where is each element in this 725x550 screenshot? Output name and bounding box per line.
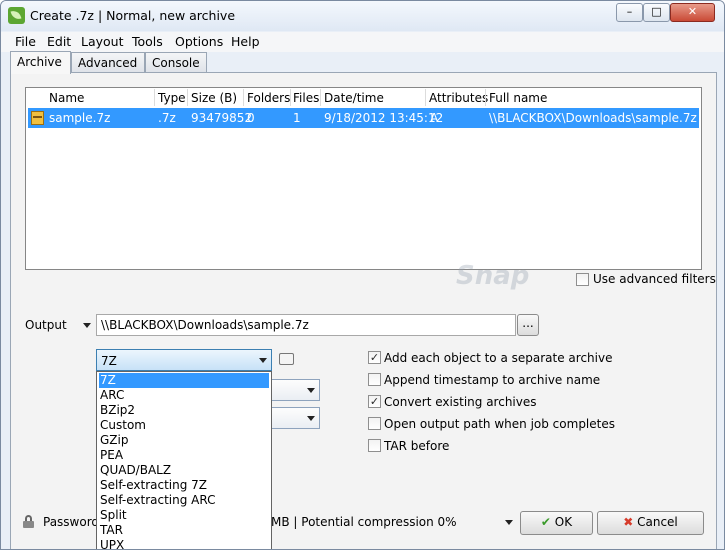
cell-name: sample.7z [49,111,111,125]
column-header-datetime[interactable]: Date/time [324,91,384,105]
chevron-down-icon [307,416,315,421]
dropdown-option[interactable]: Split [99,508,269,523]
title-bar[interactable]: Create .7z | Normal, new archive – □ ✕ [1,1,724,31]
status-menu-arrow-icon[interactable] [505,520,513,525]
column-header-files[interactable]: Files [293,91,319,105]
cell-type: .7z [158,111,176,125]
lock-icon [23,515,34,528]
chevron-down-icon [307,388,315,393]
checkmark-icon: ✔ [540,515,551,529]
column-header-size[interactable]: Size (B) [191,91,237,105]
table-row[interactable]: sample.7z .7z 93479852 0 1 9/18/2012 13:… [28,108,699,128]
column-separator[interactable] [187,89,188,106]
option-label: Open output path when job completes [384,417,615,431]
menu-help[interactable]: Help [231,34,260,49]
cancel-x-icon: ✖ [623,515,634,529]
file-list[interactable]: Name Type Size (B) Folders Files Date/ti… [25,87,702,270]
dropdown-option[interactable]: 7Z [99,373,269,388]
menu-edit[interactable]: Edit [47,34,71,49]
dropdown-option[interactable]: Self-extracting 7Z [99,478,269,493]
column-header-name[interactable]: Name [49,91,84,105]
column-header-folders[interactable]: Folders [247,91,290,105]
menu-bar: File Edit Layout Tools Options Help [1,32,724,52]
dropdown-option[interactable]: BZip2 [99,403,269,418]
option-label: Append timestamp to archive name [384,373,601,387]
format-select[interactable]: 7Z [96,349,272,371]
option-checkbox[interactable]: ✓ [368,351,381,364]
column-separator[interactable] [243,89,244,106]
option-checkbox[interactable] [368,417,381,430]
dropdown-option[interactable]: Self-extracting ARC [99,493,269,508]
option-label: Add each object to a separate archive [384,351,613,365]
dropdown-option[interactable]: UPX [99,538,269,549]
option-checkbox[interactable] [368,439,381,452]
option-label: Convert existing archives [384,395,537,409]
menu-options[interactable]: Options [175,34,223,49]
dropdown-option[interactable]: Custom [99,418,269,433]
cell-datetime: 9/18/2012 13:45:12 [324,111,444,125]
cell-attributes: A [430,111,439,125]
dropdown-option[interactable]: PEA [99,448,269,463]
cancel-button[interactable]: ✖ Cancel [597,511,704,535]
password-label[interactable]: Password [43,515,99,529]
close-button[interactable]: ✕ [670,3,715,22]
option-checkbox[interactable] [368,373,381,386]
cell-fullname: \\BLACKBOX\Downloads\sample.7z [489,111,697,125]
snapfiles-watermark: Snap [456,261,530,291]
format-dropdown-list[interactable]: 7Z ARC BZip2 Custom GZip PEA QUAD/BALZ S… [96,371,272,549]
column-separator[interactable] [425,89,426,106]
maximize-button[interactable]: □ [643,3,670,22]
browse-output-button[interactable]: ... [517,314,539,336]
menu-tools[interactable]: Tools [132,34,163,49]
column-separator[interactable] [485,89,486,106]
dropdown-option[interactable]: TAR [99,523,269,538]
column-separator[interactable] [154,89,155,106]
output-path-input[interactable]: \\BLACKBOX\Downloads\sample.7z [96,314,516,336]
dropdown-option[interactable]: GZip [99,433,269,448]
column-separator[interactable] [320,89,321,106]
dropdown-option[interactable]: ARC [99,388,269,403]
chevron-down-icon [259,358,267,363]
ok-button[interactable]: ✔ OK [520,511,593,535]
tab-console[interactable]: Console [145,52,207,73]
compression-status: MB | Potential compression 0% [271,515,457,529]
minimize-button[interactable]: – [616,3,643,22]
window-title: Create .7z | Normal, new archive [30,8,236,23]
column-separator[interactable] [290,89,291,106]
option-label: TAR before [384,439,450,453]
cancel-label: Cancel [637,515,678,529]
format-select-value: 7Z [101,354,117,368]
cell-files: 1 [293,111,301,125]
column-header-fullname[interactable]: Full name [489,91,547,105]
level-select[interactable] [271,379,320,401]
advanced-filters-label: Use advanced filters [593,272,716,286]
cell-folders: 0 [247,111,255,125]
peazip-app-icon [8,7,25,24]
cell-size: 93479852 [191,111,253,125]
ok-label: OK [554,515,573,529]
tab-archive[interactable]: Archive [10,51,71,74]
advanced-filters-checkbox[interactable] [576,273,589,286]
output-label: Output [25,318,67,332]
column-header-attributes[interactable]: Attributes [429,91,488,105]
column-header-type[interactable]: Type [158,91,186,105]
archive-file-icon [31,111,44,125]
menu-layout[interactable]: Layout [81,34,124,49]
method-select[interactable] [271,407,320,429]
menu-file[interactable]: File [15,34,36,49]
dropdown-option[interactable]: QUAD/BALZ [99,463,269,478]
main-window: Create .7z | Normal, new archive – □ ✕ F… [0,0,725,550]
tab-advanced[interactable]: Advanced [71,52,145,73]
output-menu-arrow-icon[interactable] [83,323,91,328]
option-checkbox[interactable]: ✓ [368,395,381,408]
format-options-icon[interactable] [279,353,294,365]
